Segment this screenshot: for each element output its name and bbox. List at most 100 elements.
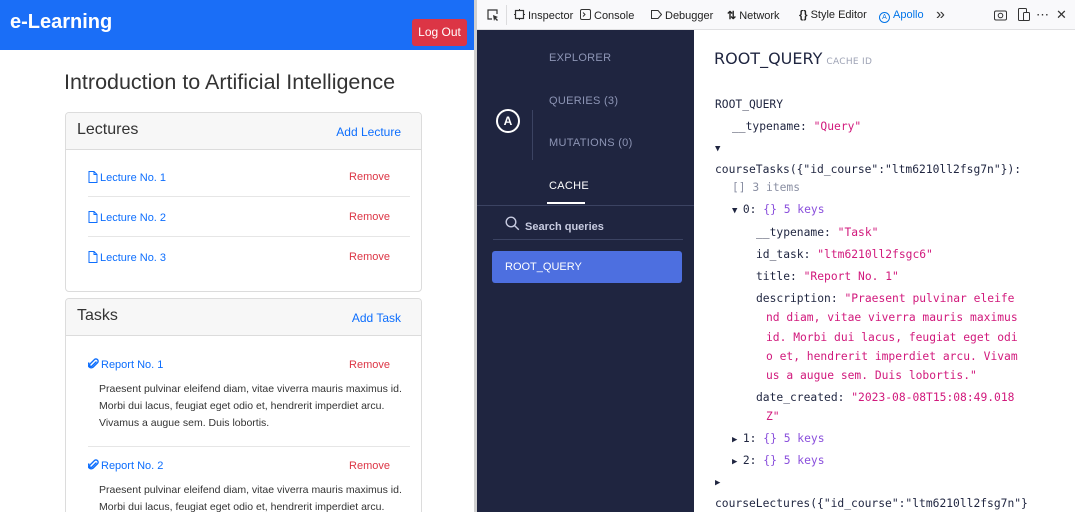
style-editor-icon: {} [799, 9, 808, 21]
tree-meta: 5 keys [783, 432, 825, 445]
overflow-tabs-icon[interactable]: » [936, 6, 945, 24]
lecture-row: Lecture No. 2 Remove [88, 197, 410, 237]
brand-logo[interactable]: e-Learning [10, 11, 112, 34]
remove-lecture-button[interactable]: Remove [349, 211, 390, 223]
remove-task-button[interactable]: Remove [349, 359, 390, 371]
collapse-arrow-icon: ▼ [732, 206, 743, 216]
tree-value-continued: o et, hendrerit imperdiet arcu. Vivam [766, 350, 1018, 363]
screenshot-icon[interactable] [994, 9, 1007, 21]
logout-button[interactable]: Log Out [412, 19, 467, 46]
active-tab-indicator [547, 202, 585, 204]
sidebar-divider [477, 205, 694, 206]
search-icon [505, 216, 520, 231]
tree-value-continued: Z" [766, 410, 780, 423]
tree-value-continued: us a augue sem. Duis lobortis." [766, 369, 977, 382]
task-item: Report No. 2 Remove Praesent pulvinar el… [87, 459, 410, 512]
tab-label: Inspector [528, 10, 574, 22]
tasks-card: Tasks Add Task Report No. 1 Remove Praes… [65, 298, 422, 512]
search-bar [493, 216, 683, 240]
tab-network[interactable]: ⇅ Network [727, 9, 780, 22]
tab-mutations[interactable]: MUTATIONS (0) [549, 137, 633, 149]
lecture-label: Lecture No. 3 [100, 252, 167, 264]
file-icon [88, 171, 98, 183]
tree-row: id_task: "ltm6210ll2fsgc6" [756, 248, 933, 261]
cache-inspector: ROOT_QUERY CACHE ID ROOT_QUERY __typename… [694, 30, 1075, 512]
tree-root-label: ROOT_QUERY [715, 98, 784, 111]
object-icon: {} [763, 203, 777, 216]
tree-value: "Task" [837, 226, 879, 239]
paperclip-icon [87, 459, 99, 470]
expand-arrow-icon: ▶ [732, 435, 743, 445]
tree-key-course-tasks: courseTasks({"id_course":"ltm6210ll2fsg7… [715, 163, 1022, 176]
lecture-link[interactable]: Lecture No. 1 [88, 171, 166, 184]
object-icon: {} [763, 454, 777, 467]
tab-console[interactable]: Console [580, 9, 634, 22]
task-link[interactable]: Report No. 2 [87, 459, 164, 472]
tree-row: date_created: "2023-08-08T15:08:49.018 [756, 391, 1014, 404]
lecture-label: Lecture No. 1 [100, 172, 167, 184]
tree-key: __typename: [756, 226, 831, 239]
object-icon: {} [763, 432, 777, 445]
file-icon [88, 251, 98, 263]
array-icon: [] [732, 181, 746, 194]
apollo-icon: A [879, 12, 890, 23]
element-picker-icon[interactable] [487, 9, 499, 21]
apollo-sidebar: A EXPLORER QUERIES (3) MUTATIONS (0) CAC… [477, 30, 694, 512]
add-task-button[interactable]: Add Task [352, 311, 401, 325]
paperclip-icon [87, 358, 99, 369]
tree-row: __typename: "Task" [756, 226, 878, 239]
lectures-card: Lectures Add Lecture Lecture No. 1 Remov… [65, 112, 422, 292]
task-label: Report No. 2 [101, 460, 164, 472]
lectures-heading: Lectures [77, 121, 139, 138]
tab-explorer[interactable]: EXPLORER [549, 52, 611, 64]
tab-label: Style Editor [810, 9, 867, 21]
tab-cache[interactable]: CACHE [549, 180, 589, 192]
close-icon[interactable]: ✕ [1056, 7, 1067, 23]
tab-style-editor[interactable]: {} Style Editor [799, 9, 867, 21]
nav-divider [532, 110, 533, 160]
network-icon: ⇅ [727, 10, 737, 22]
tab-label: Network [739, 10, 780, 22]
tab-debugger[interactable]: Debugger [651, 9, 713, 22]
debugger-icon [651, 10, 663, 19]
tab-label: Console [594, 10, 635, 22]
tree-key: title: [756, 270, 797, 283]
tree-row-item-2[interactable]: ▶ 2: {} 5 keys [732, 454, 825, 467]
tree-row: title: "Report No. 1" [756, 270, 899, 283]
remove-task-button[interactable]: Remove [349, 460, 390, 472]
tab-queries[interactable]: QUERIES (3) [549, 95, 618, 107]
tree-key: id_task: [756, 248, 811, 261]
tree-value: "Query" [813, 120, 862, 133]
search-input[interactable] [525, 218, 675, 236]
remove-lecture-button[interactable]: Remove [349, 171, 390, 183]
add-lecture-button[interactable]: Add Lecture [336, 125, 401, 139]
tree-row-item-1[interactable]: ▶ 1: {} 5 keys [732, 432, 825, 445]
lecture-link[interactable]: Lecture No. 3 [88, 251, 166, 264]
tab-label: Apollo [893, 9, 924, 21]
responsive-icon[interactable] [1018, 8, 1030, 21]
tree-value: "Praesent pulvinar eleife [844, 292, 1015, 305]
navbar: e-Learning Log Out [0, 0, 474, 50]
more-options-icon[interactable]: ⋯ [1036, 7, 1049, 23]
tab-inspector[interactable]: Inspector [514, 9, 573, 22]
remove-lecture-button[interactable]: Remove [349, 251, 390, 263]
tree-key-course-lectures: courseLectures({"id_course":"ltm6210ll2f… [715, 497, 1028, 510]
expand-arrow-icon: ▶ [732, 457, 743, 467]
tree-value-continued: nd diam, vitae viverra mauris maximus [766, 311, 1018, 324]
task-label: Report No. 1 [101, 359, 164, 371]
cache-entry-root-query[interactable]: ROOT_QUERY [492, 251, 682, 283]
tasks-heading: Tasks [77, 307, 118, 324]
task-item: Report No. 1 Remove Praesent pulvinar el… [87, 358, 410, 447]
devtools-panel: Inspector Console Debugger ⇅ Network {} St… [477, 0, 1075, 512]
tree-row: [] 3 items [732, 181, 800, 194]
tab-apollo[interactable]: A Apollo [879, 9, 924, 23]
tree-key: 1: [742, 432, 757, 445]
task-link[interactable]: Report No. 1 [87, 358, 164, 371]
apollo-logo-icon: A [496, 109, 520, 133]
tree-row-item-0[interactable]: ▼ 0: {} 5 keys [732, 203, 825, 216]
lecture-link[interactable]: Lecture No. 2 [88, 211, 166, 224]
collapse-arrow-icon[interactable]: ▼ [715, 144, 720, 154]
expand-arrow-icon[interactable]: ▶ [715, 478, 720, 488]
tree-row: __typename: "Query" [732, 120, 862, 133]
lecture-label: Lecture No. 2 [100, 212, 167, 224]
